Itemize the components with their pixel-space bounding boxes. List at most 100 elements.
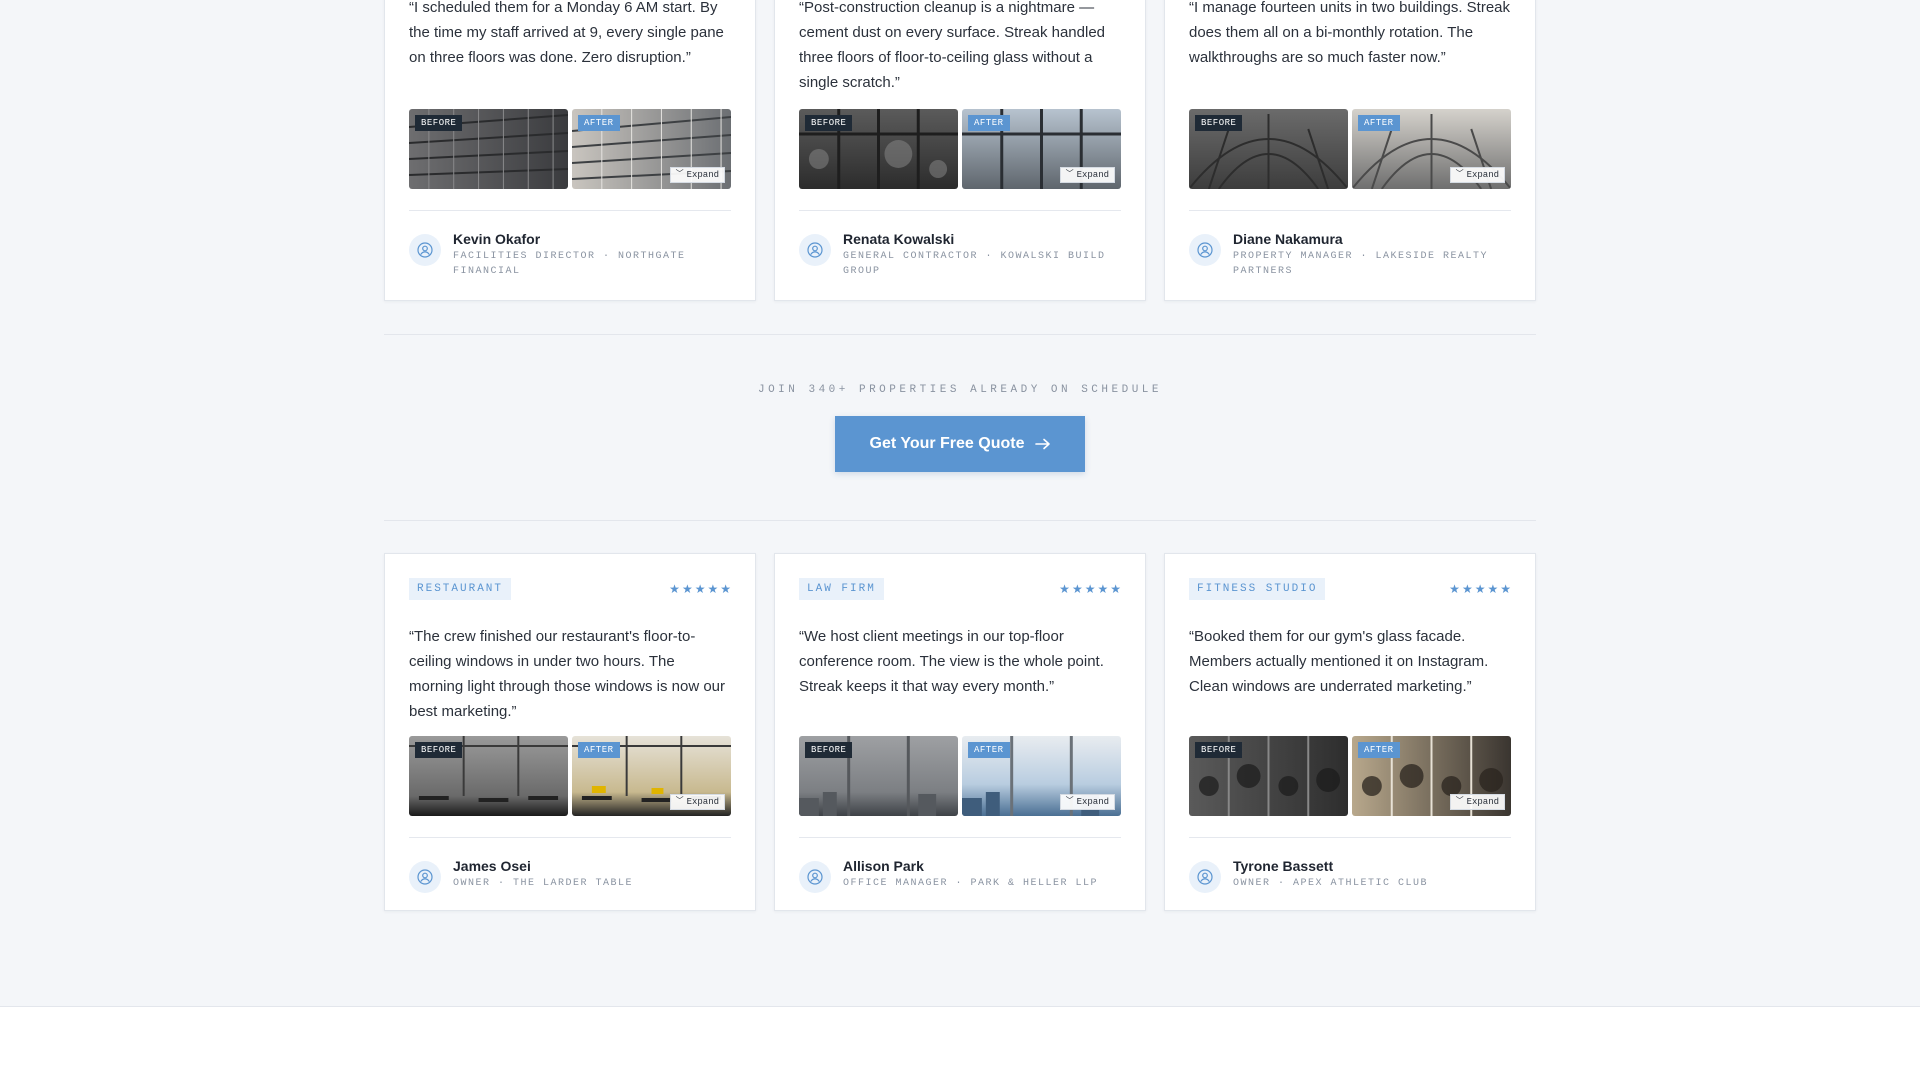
testimonial-quote: “Booked them for our gym's glass facade.… [1189,628,1489,695]
reviewer-role: Owner · The Larder Table [453,878,634,889]
user-icon [1197,869,1213,885]
expand-label: Expand [1466,797,1499,807]
cta-label: Join 340+ properties already on schedule [757,384,1163,396]
before-badge: Before [415,742,463,758]
chevron-down-icon: ﹀ [1455,170,1464,179]
star-icon: ★ [1449,582,1460,596]
star-icon: ★ [1084,582,1096,596]
avatar [1189,234,1221,266]
before-photo[interactable]: Before [1189,736,1348,816]
before-photo[interactable]: Before [1189,109,1348,189]
chevron-down-icon: ﹀ [675,170,684,179]
expand-button[interactable]: ﹀ Expand [1059,167,1115,183]
arrow-right-icon [1034,438,1050,450]
expand-button[interactable]: ﹀ Expand [1449,167,1505,183]
reviewer-name: Diane Nakamura [1233,231,1343,247]
expand-button[interactable]: ﹀ Expand [1449,794,1505,810]
reviewer-name: Kevin Okafor [453,231,541,247]
before-after-photos: Before After ﹀ Expand [1189,736,1511,816]
reviewer-role: Office Manager · Park & Heller LLP [843,878,1099,889]
after-photo[interactable]: After ﹀ Expand [572,736,731,816]
star-rating: ★ ★ ★ ★ ★ [669,583,731,595]
before-after-photos: Before After ﹀ Expand [409,109,731,189]
star-icon: ★ [1097,582,1109,596]
before-after-photos: Before After ﹀ Expand [409,736,731,816]
after-photo[interactable]: After ﹀ Expand [962,109,1121,189]
reviewer: Tyrone Bassett Owner · Apex Athletic Clu… [1189,857,1511,893]
testimonial-quote: “The crew finished our restaurant's floo… [409,628,726,720]
before-photo[interactable]: Before [799,109,958,189]
testimonial-quote: “I manage fourteen units in two building… [1189,0,1511,66]
get-free-quote-button[interactable]: Get Your Free Quote [835,416,1085,472]
chevron-down-icon: ﹀ [1455,797,1464,806]
testimonial-grid-bottom: Restaurant ★ ★ ★ ★ ★ “The crew finished our … [384,553,1536,911]
expand-label: Expand [1466,170,1499,180]
testimonial-quote: “I scheduled them for a Monday 6 AM star… [409,0,724,66]
card-divider [409,210,731,211]
testimonial-quote: “Post-construction cleanup is a nightmar… [799,0,1106,91]
card-divider [1189,837,1511,838]
testimonial-card: “I scheduled them for a Monday 6 AM star… [384,0,756,301]
card-divider [799,837,1121,838]
card-divider [409,837,731,838]
star-icon: ★ [1110,582,1121,596]
reviewer: Renata Kowalski General Contractor · Kow… [799,230,1121,279]
reviewer-role: Property Manager · Lakeside Realty Partn… [1233,251,1489,277]
reviewer-role: Facilities Director · Northgate Financia… [453,251,686,277]
reviewer-name: Renata Kowalski [843,231,955,247]
reviewer-name: Tyrone Bassett [1233,858,1334,874]
reviewer-role: General Contractor · Kowalski Build Grou… [843,251,1106,277]
avatar [409,234,441,266]
star-icon: ★ [694,582,706,596]
after-photo[interactable]: After ﹀ Expand [962,736,1121,816]
before-photo[interactable]: Before [799,736,958,816]
star-icon: ★ [707,582,719,596]
testimonial-card: “I manage fourteen units in two building… [1164,0,1536,301]
testimonial-grid-top: “I scheduled them for a Monday 6 AM star… [384,0,1536,301]
industry-tag: Fitness Studio [1189,578,1326,600]
star-icon: ★ [1487,582,1499,596]
cta-button-label: Get Your Free Quote [869,435,1025,452]
before-photo[interactable]: Before [409,736,568,816]
testimonial-card: Restaurant ★ ★ ★ ★ ★ “The crew finished our … [384,553,756,911]
user-icon [1197,242,1213,258]
chevron-down-icon: ﹀ [1065,170,1074,179]
chevron-down-icon: ﹀ [675,797,684,806]
before-after-photos: Before After ﹀ Expand [1189,109,1511,189]
star-icon: ★ [1500,582,1511,596]
avatar [1189,861,1221,893]
before-badge: Before [1195,115,1243,131]
before-badge: Before [805,742,853,758]
after-photo[interactable]: After ﹀ Expand [1352,109,1511,189]
reviewer: Diane Nakamura Property Manager · Lakesi… [1189,230,1511,279]
star-rating: ★ ★ ★ ★ ★ [1449,583,1511,595]
after-badge: After [968,115,1010,131]
expand-button[interactable]: ﹀ Expand [669,167,725,183]
star-icon: ★ [1461,582,1473,596]
industry-tag: Restaurant [409,578,512,600]
before-badge: Before [1195,742,1243,758]
reviewer: James Osei Owner · The Larder Table [409,857,731,893]
expand-button[interactable]: ﹀ Expand [1059,794,1115,810]
star-rating: ★ ★ ★ ★ ★ [1059,583,1121,595]
footer [0,1007,1920,1080]
after-badge: After [578,742,620,758]
testimonial-card: Law Firm ★ ★ ★ ★ ★ “We host client meetings … [774,553,1146,911]
testimonial-quote: “We host client meetings in our top-floo… [799,628,1104,695]
after-photo[interactable]: After ﹀ Expand [1352,736,1511,816]
section-divider [384,334,1536,335]
star-icon: ★ [720,582,731,596]
expand-label: Expand [1076,170,1109,180]
expand-label: Expand [686,170,719,180]
star-icon: ★ [1474,582,1486,596]
after-photo[interactable]: After ﹀ Expand [572,109,731,189]
reviewer: Allison Park Office Manager · Park & Hel… [799,857,1121,893]
reviewer-role: Owner · Apex Athletic Club [1233,878,1429,889]
expand-button[interactable]: ﹀ Expand [669,794,725,810]
star-icon: ★ [1059,582,1070,596]
star-icon: ★ [681,582,693,596]
before-photo[interactable]: Before [409,109,568,189]
before-badge: Before [805,115,853,131]
chevron-down-icon: ﹀ [1065,797,1074,806]
before-badge: Before [415,115,463,131]
